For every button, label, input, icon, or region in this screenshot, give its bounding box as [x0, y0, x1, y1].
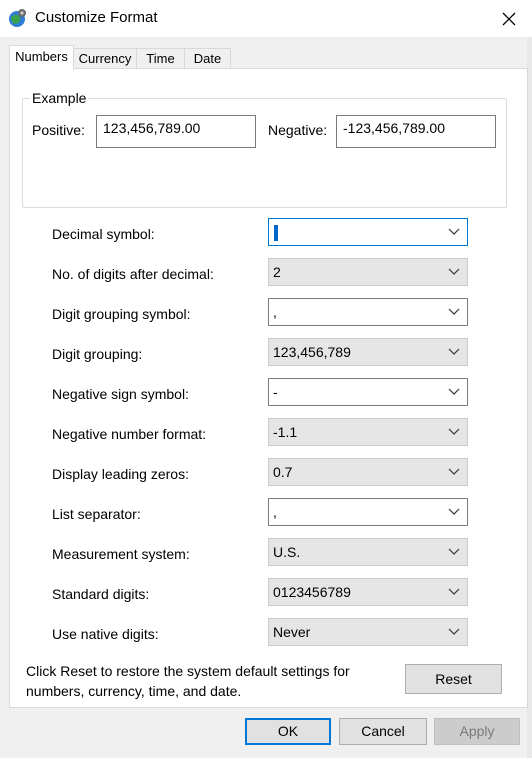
digits-after-decimal-value: 2 — [273, 264, 281, 280]
digit-grouping-symbol-value: , — [273, 304, 277, 320]
chevron-down-icon — [448, 588, 460, 595]
reset-info-line-1: Click Reset to restore the system defaul… — [26, 663, 350, 679]
standard-digits-label: Standard digits: — [52, 586, 150, 602]
digit-grouping-value: 123,456,789 — [273, 344, 351, 360]
text-selection-highlight — [274, 225, 278, 242]
chevron-down-icon — [448, 268, 460, 275]
reset-button[interactable]: Reset — [405, 664, 502, 694]
window-title: Customize Format — [35, 9, 158, 26]
use-native-digits-dropdown[interactable]: Never — [268, 618, 468, 646]
list-separator-combobox[interactable]: , — [268, 498, 468, 526]
decimal-symbol-label: Decimal symbol: — [52, 226, 155, 242]
measurement-system-label: Measurement system: — [52, 546, 190, 562]
reset-info-text: Click Reset to restore the system defaul… — [26, 661, 386, 701]
measurement-system-dropdown[interactable]: U.S. — [268, 538, 468, 566]
chevron-down-icon — [448, 468, 460, 475]
use-native-digits-label: Use native digits: — [52, 626, 159, 642]
list-separator-value: , — [273, 504, 277, 520]
chevron-down-icon — [448, 308, 460, 315]
display-leading-zeros-dropdown[interactable]: 0.7 — [268, 458, 468, 486]
negative-sign-symbol-value: - — [273, 384, 278, 400]
display-leading-zeros-label: Display leading zeros: — [52, 466, 189, 482]
ok-button[interactable]: OK — [245, 718, 331, 745]
close-button[interactable] — [486, 0, 532, 37]
tab-numbers[interactable]: Numbers — [9, 45, 74, 71]
cancel-button[interactable]: Cancel — [339, 718, 427, 745]
display-leading-zeros-value: 0.7 — [273, 464, 293, 480]
negative-number-format-dropdown[interactable]: -1.1 — [268, 418, 468, 446]
digit-grouping-dropdown[interactable]: 123,456,789 — [268, 338, 468, 366]
negative-sign-symbol-label: Negative sign symbol: — [52, 386, 189, 402]
standard-digits-value: 0123456789 — [273, 584, 351, 600]
standard-digits-dropdown[interactable]: 0123456789 — [268, 578, 468, 606]
negative-label: Negative: — [268, 122, 328, 138]
chevron-down-icon — [448, 388, 460, 395]
example-legend: Example — [30, 90, 89, 106]
digits-after-decimal-dropdown[interactable]: 2 — [268, 258, 468, 286]
positive-example-field: 123,456,789.00 — [96, 115, 256, 148]
close-icon — [502, 12, 516, 25]
apply-button: Apply — [434, 718, 520, 745]
digits-after-decimal-label: No. of digits after decimal: — [52, 266, 214, 282]
digit-grouping-label: Digit grouping: — [52, 346, 143, 362]
negative-number-format-value: -1.1 — [273, 424, 298, 440]
globe-settings-icon — [8, 8, 28, 28]
list-separator-label: List separator: — [52, 506, 141, 522]
digit-grouping-symbol-label: Digit grouping symbol: — [52, 306, 191, 322]
tab-currency[interactable]: Currency — [73, 48, 137, 70]
chevron-down-icon — [448, 228, 460, 235]
negative-number-format-label: Negative number format: — [52, 426, 207, 442]
chevron-down-icon — [448, 348, 460, 355]
chevron-down-icon — [448, 428, 460, 435]
decimal-symbol-combobox[interactable] — [268, 218, 468, 246]
chevron-down-icon — [448, 628, 460, 635]
use-native-digits-value: Never — [273, 624, 311, 640]
decimal-symbol-value — [273, 224, 278, 242]
chevron-down-icon — [448, 548, 460, 555]
digit-grouping-symbol-combobox[interactable]: , — [268, 298, 468, 326]
measurement-system-value: U.S. — [273, 544, 301, 560]
reset-info-line-2: numbers, currency, time, and date. — [26, 683, 242, 699]
negative-sign-symbol-combobox[interactable]: - — [268, 378, 468, 406]
tab-time[interactable]: Time — [136, 48, 185, 70]
tab-date[interactable]: Date — [184, 48, 231, 70]
chevron-down-icon — [448, 508, 460, 515]
positive-label: Positive: — [32, 122, 85, 138]
negative-example-field: -123,456,789.00 — [336, 115, 496, 148]
